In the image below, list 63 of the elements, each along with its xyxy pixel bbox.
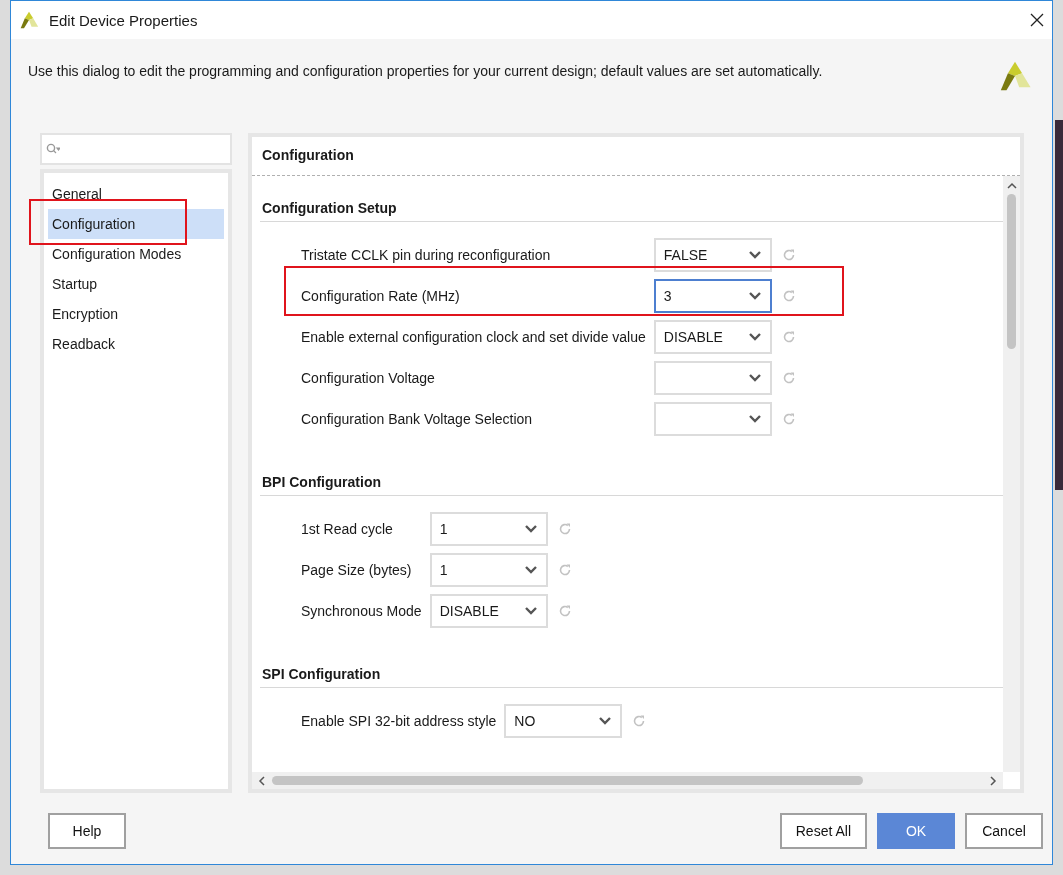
- property-label: Enable SPI 32-bit address style: [301, 713, 497, 729]
- property-label: Synchronous Mode: [301, 603, 422, 619]
- reset-icon[interactable]: [781, 371, 796, 385]
- dialog-button[interactable]: Reset All: [779, 813, 867, 849]
- dialog-button[interactable]: Cancel: [965, 813, 1043, 849]
- property-label: 1st Read cycle: [301, 521, 393, 537]
- category-item[interactable]: General: [48, 179, 224, 209]
- logo-icon: [19, 10, 39, 30]
- value-dropdown[interactable]: 3: [653, 279, 772, 313]
- reset-icon[interactable]: [781, 248, 796, 262]
- value-dropdown[interactable]: 1: [429, 553, 548, 587]
- value-dropdown[interactable]: NO: [504, 704, 623, 738]
- value-dropdown[interactable]: FALSE: [653, 238, 772, 272]
- reset-icon[interactable]: [557, 522, 572, 536]
- reset-icon[interactable]: [632, 714, 647, 728]
- category-item[interactable]: Readback: [48, 329, 224, 359]
- reset-icon[interactable]: [781, 412, 796, 426]
- scroll-right-icon[interactable]: [989, 775, 997, 786]
- property-label: Configuration Rate (MHz): [301, 288, 460, 304]
- chevron-down-icon: [747, 373, 762, 383]
- horizontal-scrollbar[interactable]: [252, 772, 1003, 789]
- chevron-down-icon: [523, 565, 538, 575]
- reset-icon[interactable]: [781, 330, 796, 344]
- property-label: Tristate CCLK pin during reconfiguration: [301, 247, 551, 263]
- dialog-button[interactable]: OK: [877, 813, 955, 849]
- section-title: Configuration Setup: [260, 194, 1003, 222]
- reset-icon[interactable]: [781, 289, 796, 303]
- chevron-down-icon: [598, 716, 613, 726]
- property-label: Configuration Voltage: [301, 370, 435, 386]
- value-dropdown[interactable]: DISABLE: [429, 594, 548, 628]
- chevron-down-icon: [747, 291, 762, 301]
- scrollbar-thumb[interactable]: [1007, 194, 1016, 349]
- close-icon[interactable]: [1030, 13, 1044, 27]
- chevron-down-icon: [747, 332, 762, 342]
- reset-icon[interactable]: [557, 563, 572, 577]
- property-label: Enable external configuration clock and set divide value: [301, 329, 646, 345]
- property-label: Configuration Bank Voltage Selection: [301, 411, 533, 427]
- chevron-down-icon: [747, 414, 762, 424]
- property-label: Page Size (bytes): [301, 562, 412, 578]
- category-item[interactable]: Configuration Modes: [48, 239, 224, 269]
- vertical-scrollbar[interactable]: [1003, 176, 1020, 772]
- value-dropdown[interactable]: [653, 402, 772, 436]
- chevron-down-icon: [523, 606, 538, 616]
- scroll-up-icon[interactable]: [1006, 182, 1017, 190]
- category-item[interactable]: Startup: [48, 269, 224, 299]
- search-icon: [46, 143, 60, 155]
- reset-icon[interactable]: [557, 604, 572, 618]
- dialog-description: Use this dialog to edit the programming and configuration properties for your current design; default values are set automatically.: [28, 63, 823, 79]
- chevron-down-icon: [747, 250, 762, 260]
- value-dropdown[interactable]: DISABLE: [653, 320, 772, 354]
- scrollbar-thumb[interactable]: [272, 776, 863, 785]
- dialog-button[interactable]: Help: [48, 813, 126, 849]
- window-title: Edit Device Properties: [49, 11, 199, 29]
- category-item[interactable]: Encryption: [48, 299, 224, 329]
- value-dropdown[interactable]: 1: [429, 512, 548, 546]
- chevron-down-icon: [523, 524, 538, 534]
- section-title: SPI Configuration: [260, 660, 1003, 688]
- panel-title: Configuration: [252, 137, 1020, 176]
- scroll-left-icon[interactable]: [258, 775, 266, 786]
- category-item[interactable]: Configuration: [48, 209, 224, 239]
- section-title: BPI Configuration: [260, 468, 1003, 496]
- search-field[interactable]: [40, 133, 232, 165]
- value-dropdown[interactable]: [653, 361, 772, 395]
